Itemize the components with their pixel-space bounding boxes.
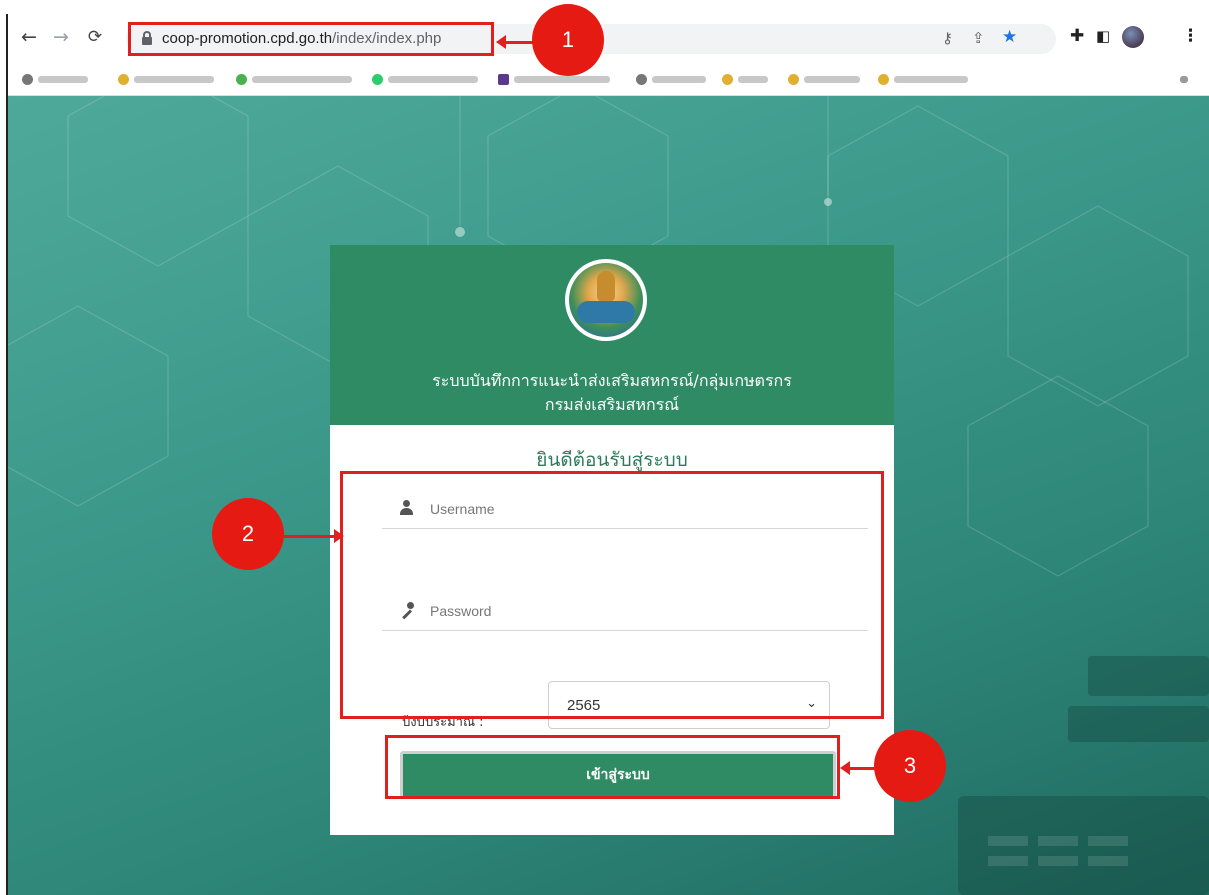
bookmark-item[interactable] <box>22 73 88 85</box>
annotation-box-login-button <box>385 735 840 799</box>
browser-window: ← → ⟳ coop-promotion.cpd.go.th/index/ind… <box>6 14 1209 895</box>
bookmarks-bar <box>8 62 1209 96</box>
annotation-badge-1: 1 <box>532 4 604 76</box>
extensions-puzzle-icon[interactable]: ✚ <box>1070 26 1084 46</box>
login-card-header: ระบบบันทึกการแนะนำส่งเสริมสหกรณ์/กลุ่มเก… <box>330 245 894 425</box>
annotation-box-credentials <box>340 471 884 719</box>
bookmark-item[interactable] <box>118 73 214 85</box>
more-menu-icon[interactable]: ⋮ <box>1182 26 1199 46</box>
annotation-box-url <box>128 22 494 56</box>
bookmark-item[interactable] <box>788 73 860 85</box>
system-title: ระบบบันทึกการแนะนำส่งเสริมสหกรณ์/กลุ่มเก… <box>330 369 894 417</box>
login-page-background: ระบบบันทึกการแนะนำส่งเสริมสหกรณ์/กลุ่มเก… <box>8 96 1209 895</box>
bookmark-item[interactable] <box>636 73 706 85</box>
bookmark-item[interactable] <box>498 73 610 85</box>
profile-avatar[interactable] <box>1122 26 1144 48</box>
bookmark-item[interactable] <box>236 73 352 85</box>
reload-icon[interactable]: ⟳ <box>84 26 106 48</box>
side-panel-icon[interactable]: ◧ <box>1096 27 1110 45</box>
key-password-icon[interactable]: ⚷ <box>942 29 953 47</box>
annotation-arrow-2 <box>284 529 344 543</box>
share-icon[interactable]: ⇪ <box>972 29 985 47</box>
bookmark-item[interactable] <box>722 73 768 85</box>
annotation-arrow-3 <box>840 761 876 775</box>
bookmark-star-icon[interactable]: ★ <box>1002 27 1017 47</box>
department-logo <box>565 259 647 341</box>
back-arrow-icon[interactable]: ← <box>18 26 40 48</box>
clipped-top-text <box>0 0 1209 12</box>
annotation-badge-3: 3 <box>874 730 946 802</box>
forward-arrow-icon[interactable]: → <box>50 26 72 48</box>
annotation-badge-2: 2 <box>212 498 284 570</box>
bookmark-item[interactable] <box>878 73 968 85</box>
system-title-line2: กรมส่งเสริมสหกรณ์ <box>544 395 680 414</box>
system-title-line1: ระบบบันทึกการแนะนำส่งเสริมสหกรณ์/กลุ่มเก… <box>432 371 792 390</box>
bookmark-item[interactable] <box>372 73 478 85</box>
bookmarks-overflow-icon[interactable] <box>1180 73 1188 85</box>
